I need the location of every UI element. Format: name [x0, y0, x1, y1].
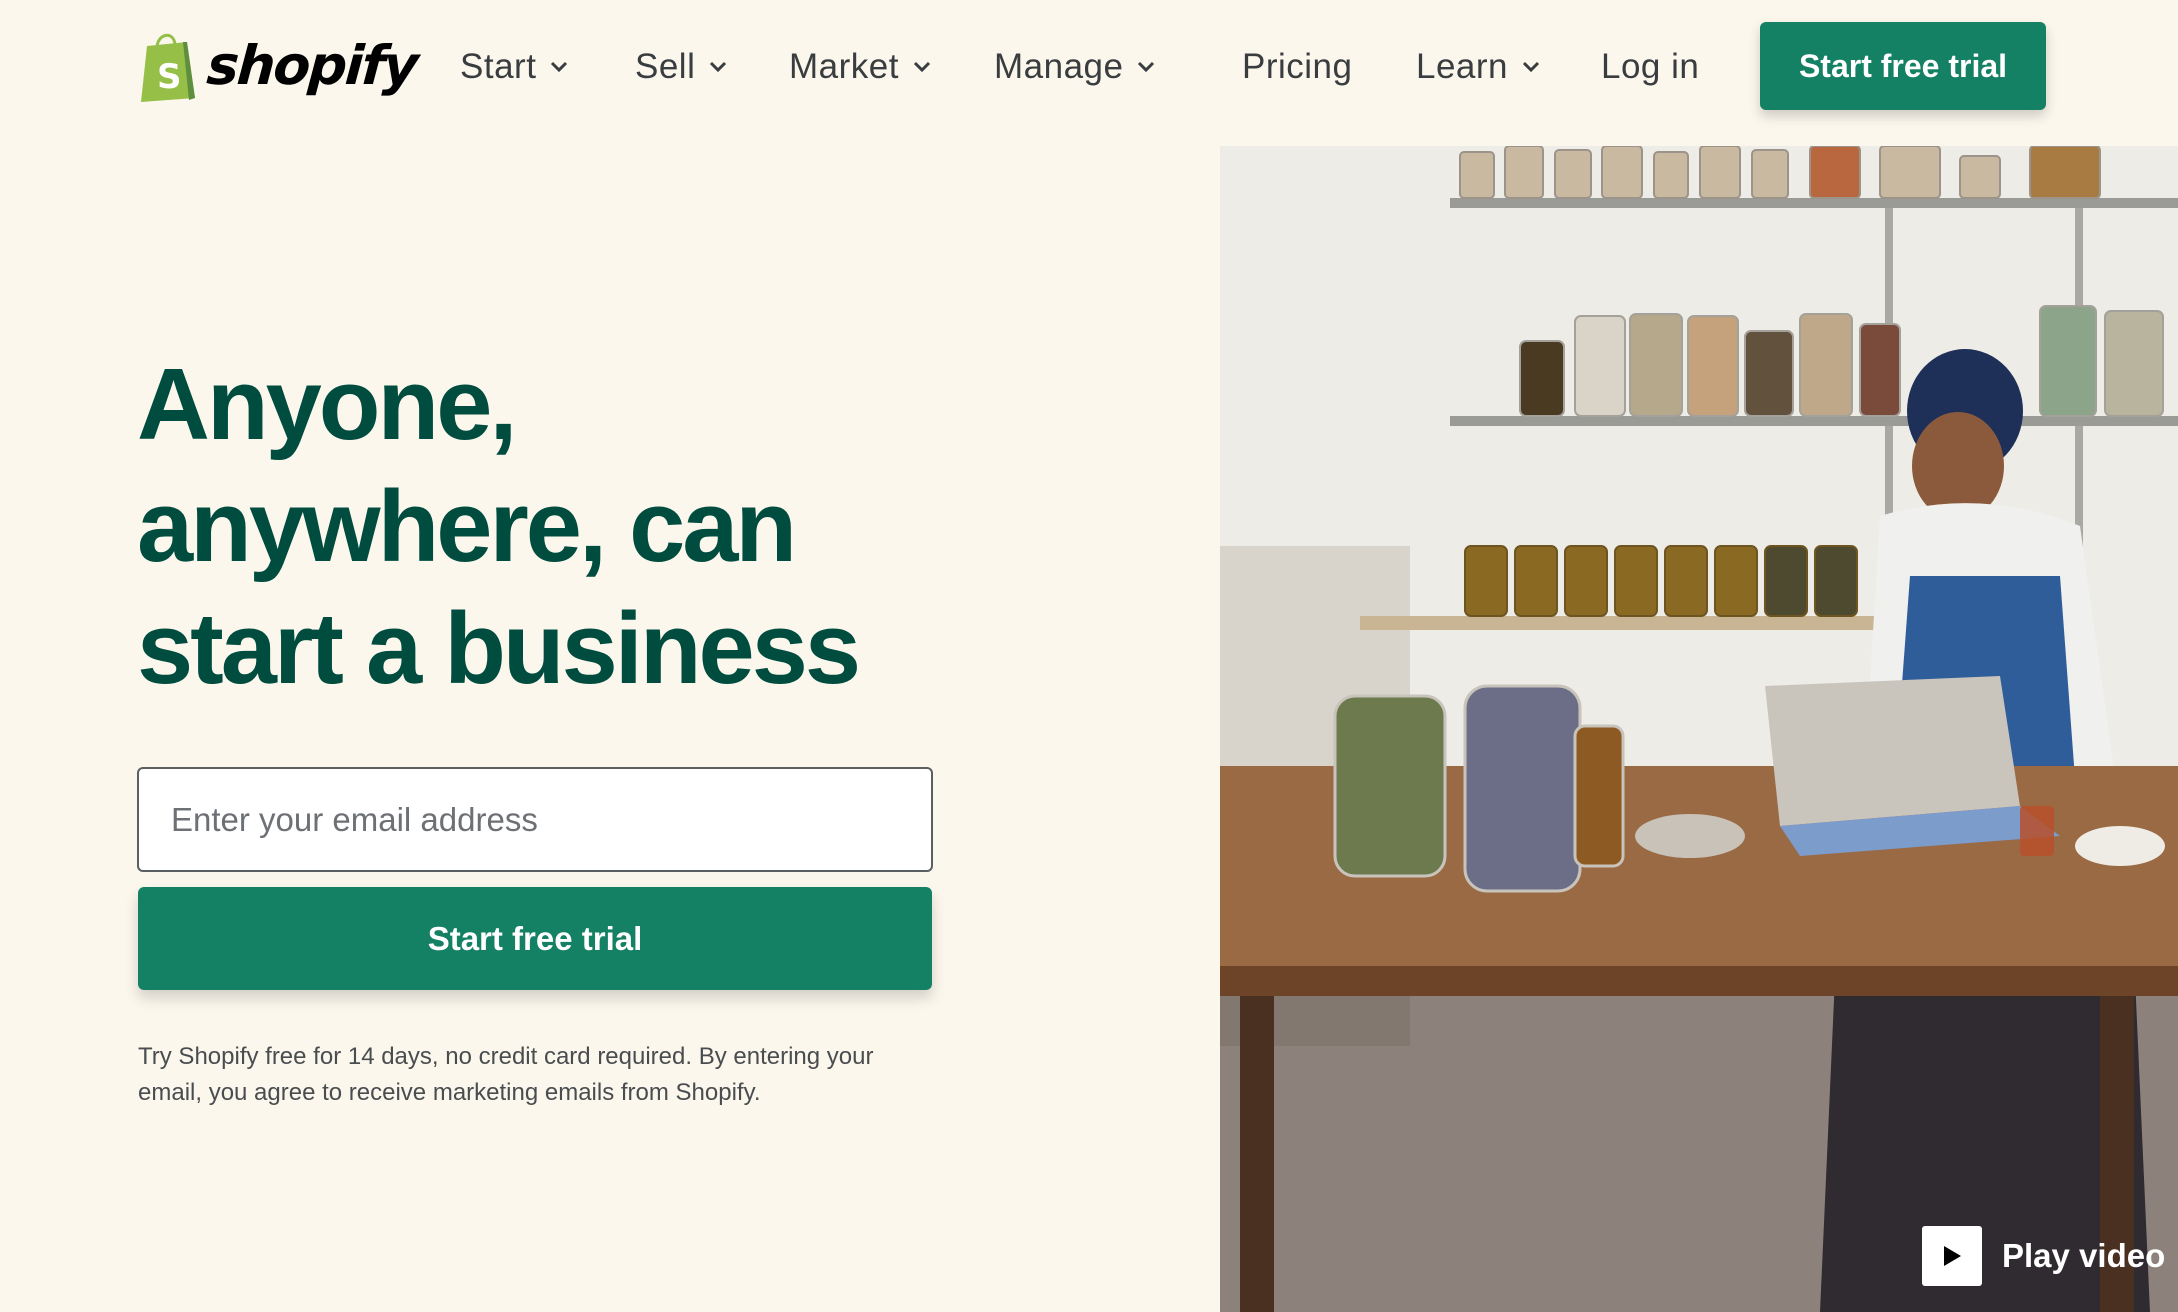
- play-icon-box: [1922, 1226, 1982, 1286]
- nav-label: Start: [460, 47, 537, 86]
- play-video-label: Play video: [2002, 1237, 2166, 1274]
- nav-item-manage[interactable]: Manage: [994, 42, 1155, 92]
- nav-label: Learn: [1416, 47, 1509, 86]
- chevron-down-icon: [551, 61, 568, 73]
- nav-label: Manage: [994, 47, 1124, 86]
- nav-item-market[interactable]: Market: [789, 42, 931, 92]
- nav-label: Sell: [635, 47, 696, 86]
- email-input[interactable]: [137, 767, 933, 872]
- nav-item-log-in[interactable]: Log in: [1601, 42, 1699, 92]
- hero-headline: Anyone, anywhere, can start a business: [137, 344, 1137, 710]
- chevron-down-icon: [1522, 61, 1540, 73]
- nav-label: Pricing: [1242, 47, 1353, 86]
- nav-item-learn[interactable]: Learn: [1416, 42, 1540, 92]
- trial-disclaimer: Try Shopify free for 14 days, no credit …: [138, 1043, 874, 1106]
- hero-start-free-trial-button[interactable]: Start free trial: [138, 887, 932, 990]
- nav-item-start[interactable]: Start: [460, 42, 568, 92]
- headline-line: start a business: [137, 593, 861, 705]
- chevron-down-icon: [710, 61, 727, 73]
- main-nav: Start Sell Market Manage Pricing Learn L…: [0, 0, 2178, 134]
- hero-photo-illustration: [1220, 146, 2178, 1312]
- hero-photo: Play video: [1220, 146, 2178, 1312]
- nav-item-pricing[interactable]: Pricing: [1242, 42, 1352, 92]
- headline-line: anywhere, can: [137, 471, 797, 583]
- play-video-button[interactable]: Play video: [1922, 1226, 2165, 1286]
- nav-item-sell[interactable]: Sell: [635, 42, 727, 92]
- nav-label: Market: [789, 47, 899, 86]
- headline-line: Anyone,: [137, 349, 517, 461]
- header-start-free-trial-button[interactable]: Start free trial: [1760, 22, 2046, 110]
- site-header: S shopify Start Sell Market Manage Prici…: [0, 0, 2178, 134]
- chevron-down-icon: [1138, 61, 1155, 73]
- chevron-down-icon: [913, 61, 931, 73]
- play-icon: [1944, 1246, 1961, 1266]
- nav-label: Log in: [1601, 47, 1700, 86]
